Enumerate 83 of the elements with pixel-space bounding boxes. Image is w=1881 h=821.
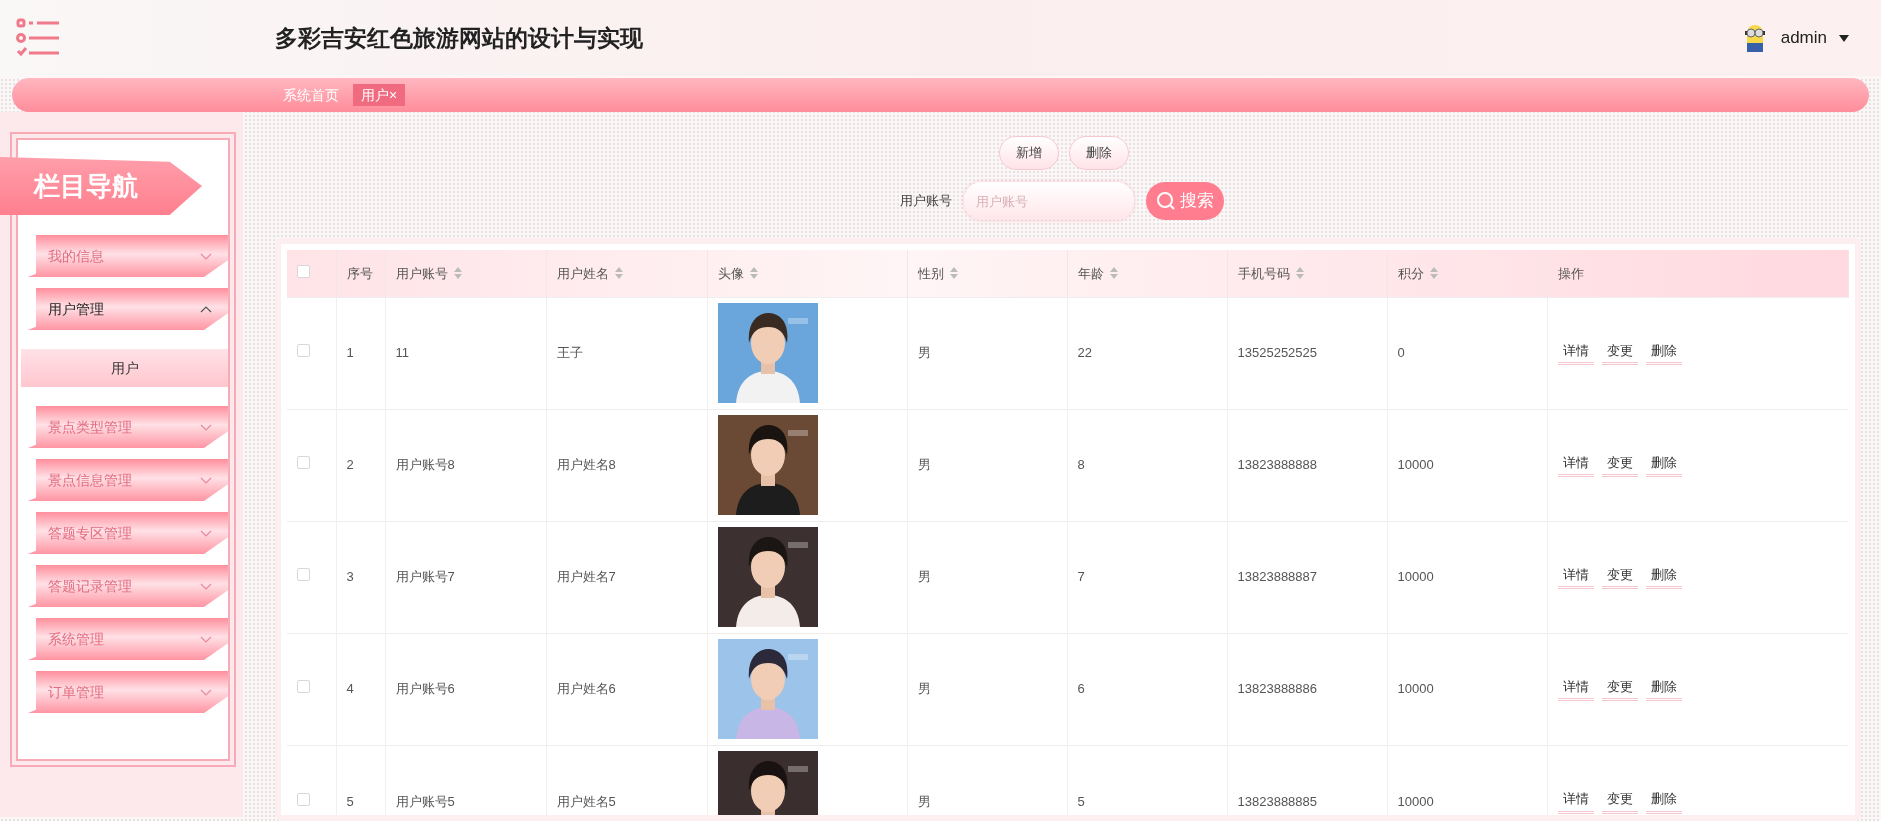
username[interactable]: admin (1780, 25, 1827, 51)
table-cell: 6 (1077, 681, 1085, 697)
table-cell: 22 (1077, 345, 1092, 361)
column-header[interactable]: 用户账号 (395, 263, 448, 283)
edit-button[interactable]: 变更 (1601, 789, 1638, 814)
site-title: 多彩吉安红色旅游网站的设计与实现 (275, 23, 643, 53)
checkbox[interactable] (297, 680, 310, 694)
search-label: 用户账号 (900, 192, 952, 211)
column-header: 序号 (346, 264, 373, 283)
sidebar-menu-item[interactable]: 用户管理 (28, 288, 228, 330)
sort-icon[interactable] (453, 267, 462, 280)
table-cell: 13823888888 (1237, 457, 1318, 473)
table-cell: 13823888885 (1237, 793, 1318, 809)
detail-button[interactable]: 详情 (1557, 564, 1594, 590)
table-cell: 10000 (1397, 793, 1434, 809)
detail-button[interactable]: 详情 (1557, 340, 1594, 366)
table-cell: 2 (346, 457, 354, 473)
table-cell: 用户姓名5 (556, 793, 616, 809)
sort-icon[interactable] (1295, 267, 1304, 280)
edit-button[interactable]: 变更 (1601, 564, 1638, 590)
caret-icon[interactable] (1839, 34, 1849, 42)
table-cell: 男 (917, 793, 931, 809)
sidebar-submenu-item[interactable]: 用户 (21, 349, 228, 387)
checkbox[interactable] (297, 456, 310, 470)
table-cell: 10000 (1397, 681, 1434, 697)
table-cell: 3 (346, 569, 354, 585)
table-cell: 5 (346, 793, 354, 809)
search-field[interactable]: 用户账号 (964, 182, 1134, 220)
column-header: 操作 (1557, 264, 1584, 283)
table-cell: 4 (346, 681, 354, 697)
menu-icon[interactable] (16, 18, 62, 58)
table-cell: 7 (1077, 569, 1085, 585)
delete-button[interactable]: 删除 (1645, 676, 1682, 702)
sort-icon[interactable] (749, 267, 758, 280)
table-cell: 5 (1077, 793, 1085, 809)
table-cell: 用户姓名7 (556, 569, 616, 585)
column-header[interactable]: 头像 (717, 263, 744, 283)
table-cell: 用户姓名8 (556, 457, 616, 473)
detail-button[interactable]: 详情 (1557, 789, 1594, 814)
detail-button[interactable]: 详情 (1557, 676, 1594, 702)
checkbox[interactable] (297, 568, 310, 582)
edit-button[interactable]: 变更 (1601, 452, 1638, 478)
edit-button[interactable]: 变更 (1601, 676, 1638, 702)
table-cell: 男 (917, 569, 931, 585)
edit-button[interactable]: 变更 (1601, 340, 1638, 366)
table-cell: 用户账号8 (395, 457, 455, 473)
delete-button[interactable]: 删除 (1645, 789, 1682, 814)
column-header[interactable]: 用户姓名 (556, 263, 609, 283)
column-header[interactable]: 手机号码 (1237, 263, 1290, 283)
sort-icon[interactable] (1429, 267, 1438, 280)
delete-button[interactable]: 删除 (1645, 340, 1682, 366)
table-cell: 男 (917, 681, 931, 697)
table-cell: 8 (1077, 457, 1085, 473)
table-cell: 王子 (556, 345, 583, 361)
sort-icon[interactable] (1109, 267, 1118, 280)
column-header[interactable]: 性别 (917, 263, 944, 283)
detail-button[interactable]: 详情 (1557, 452, 1594, 478)
column-header[interactable]: 积分 (1397, 263, 1424, 283)
column-header[interactable]: 年龄 (1077, 263, 1104, 283)
table-cell: 用户账号5 (395, 793, 455, 809)
delete-button[interactable]: 删除 (1069, 136, 1129, 170)
table-cell: 13823888887 (1237, 569, 1318, 585)
table-cell: 0 (1397, 345, 1405, 361)
table-cell: 用户姓名6 (556, 681, 616, 697)
checkbox[interactable] (297, 264, 310, 278)
sort-icon[interactable] (614, 267, 623, 280)
delete-button[interactable]: 删除 (1645, 452, 1682, 478)
add-button[interactable]: 新增 (999, 136, 1059, 170)
search-icon (1156, 191, 1176, 211)
table-cell: 用户账号7 (395, 569, 455, 585)
table-cell: 11 (395, 345, 409, 361)
table-cell: 男 (917, 457, 931, 473)
table-cell: 1 (346, 345, 354, 361)
table-cell: 10000 (1397, 569, 1434, 585)
table-cell: 男 (917, 345, 931, 361)
table-cell: 10000 (1397, 457, 1434, 473)
checkbox[interactable] (297, 792, 310, 806)
sort-icon[interactable] (949, 267, 958, 280)
table-cell: 13525252525 (1237, 345, 1318, 361)
table-cell: 13823888886 (1237, 681, 1318, 697)
delete-button[interactable]: 删除 (1645, 564, 1682, 590)
table-cell: 用户账号6 (395, 681, 455, 697)
checkbox[interactable] (297, 344, 310, 358)
